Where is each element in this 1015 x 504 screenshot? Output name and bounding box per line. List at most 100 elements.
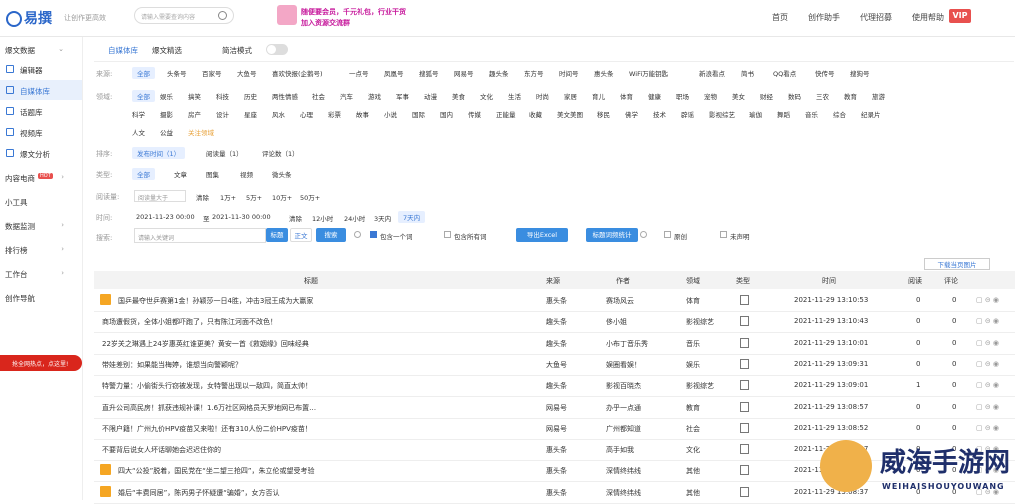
- domain-option[interactable]: 宠物: [704, 91, 717, 101]
- domain-option[interactable]: 纪录片: [861, 109, 881, 119]
- row-title[interactable]: 国乒最夺世乒赛第1金！孙颖莎一日4胜，冲击3冠王成为大赢家: [118, 296, 313, 306]
- domain-option[interactable]: 旅游: [872, 91, 885, 101]
- search-title-button[interactable]: 标题: [266, 228, 288, 242]
- domain-option[interactable]: 动漫: [424, 91, 437, 101]
- domain-option[interactable]: 财经: [760, 91, 773, 101]
- source-option[interactable]: WiFi万能钥匙: [629, 68, 668, 78]
- export-excel-button[interactable]: 导出Excel: [516, 228, 568, 242]
- row-action-icons[interactable]: ▢ ⊝ ◉: [976, 381, 999, 389]
- source-option[interactable]: 网易号: [454, 68, 474, 78]
- sidebar-item-monitor[interactable]: 数据监测 ›: [0, 215, 82, 235]
- type-microheadline[interactable]: 微头条: [272, 169, 292, 179]
- domain-option[interactable]: 摄影: [160, 109, 173, 119]
- domain-option[interactable]: 星座: [244, 109, 257, 119]
- row-title[interactable]: 商场遭假货，全体小姐都吓跑了，只有陈江河面不改色！: [102, 317, 277, 327]
- read-count-input[interactable]: 阅读量大于: [134, 190, 186, 202]
- time-7d[interactable]: 7天内: [398, 211, 426, 223]
- read-100k[interactable]: 10万+: [272, 192, 292, 202]
- time-end-input[interactable]: 2021-11-30 00:00: [212, 213, 271, 221]
- row-title[interactable]: 直升公司高民房！抓获违规补课！1.6万社区网格员天罗地网已布置…: [102, 403, 316, 413]
- hot-topics-promo[interactable]: 抢全网热点，点这里!: [0, 355, 82, 371]
- time-12h[interactable]: 12小时: [312, 213, 333, 223]
- row-title[interactable]: 特警力量：小偷街头行窃被发现，女特警出现以一敌四，简直太帅！: [102, 381, 312, 391]
- domain-option[interactable]: 设计: [216, 109, 229, 119]
- keyword-input[interactable]: 请输入关键词: [134, 228, 266, 243]
- domain-option[interactable]: 技术: [653, 109, 666, 119]
- domain-option[interactable]: 人文: [132, 127, 145, 137]
- sort-publish-time[interactable]: 发布时间（1）: [132, 147, 186, 159]
- row-title[interactable]: 带娃差别：如果能当梅婷，谁想当向警颖呢？: [102, 360, 242, 370]
- domain-option[interactable]: 瑜伽: [749, 109, 762, 119]
- domain-option[interactable]: 搞笑: [188, 91, 201, 101]
- table-row[interactable]: 特警力量：小偷街头行窃被发现，女特警出现以一敌四，简直太帅！ 趣头条 影视百晓杰 影视…: [94, 375, 1015, 398]
- domain-option[interactable]: 社会: [312, 91, 325, 101]
- col-time[interactable]: 时间: [822, 276, 836, 286]
- search-icon[interactable]: [218, 11, 227, 20]
- sort-reads[interactable]: 阅读量（1）: [206, 148, 243, 158]
- domain-option[interactable]: 游戏: [368, 91, 381, 101]
- domain-option[interactable]: 美女: [732, 91, 745, 101]
- domain-option[interactable]: 历史: [244, 91, 257, 101]
- type-video[interactable]: 视频: [240, 169, 253, 179]
- help-icon[interactable]: [640, 231, 647, 238]
- row-action-icons[interactable]: ▢ ⊝ ◉: [976, 403, 999, 411]
- source-option[interactable]: 喜欢快报(企鹅号): [272, 68, 323, 78]
- row-action-icons[interactable]: ▢ ⊝ ◉: [976, 317, 999, 325]
- nav-help[interactable]: 使用帮助: [912, 12, 944, 23]
- row-action-icons[interactable]: ▢ ⊝ ◉: [976, 360, 999, 368]
- read-10k[interactable]: 1万+: [220, 192, 236, 202]
- contains-one-word-checkbox[interactable]: [370, 231, 377, 238]
- sidebar-item-videos[interactable]: 视频库: [0, 122, 82, 142]
- row-action-icons[interactable]: ▢ ⊝ ◉: [976, 296, 999, 304]
- row-title[interactable]: 四大“公投”脱着，国民党在“坐二望三抢四”，朱立伦或望受考验: [118, 466, 315, 476]
- domain-option[interactable]: 两性情感: [272, 91, 298, 101]
- nav-creation-assistant[interactable]: 创作助手: [808, 12, 840, 23]
- domain-option[interactable]: 娱乐: [160, 91, 173, 101]
- table-row[interactable]: 直升公司高民房！抓获违规补课！1.6万社区网格员天罗地网已布置… 网易号 办乎一点通…: [94, 397, 1015, 419]
- tab-media-library[interactable]: 自媒体库: [108, 45, 138, 56]
- domain-option[interactable]: 美文美图: [557, 109, 583, 119]
- undeclared-checkbox[interactable]: [720, 231, 727, 238]
- domain-option[interactable]: 汽车: [340, 91, 353, 101]
- domain-option[interactable]: 音乐: [805, 109, 818, 119]
- follow-domain-link[interactable]: 关注领域: [188, 127, 214, 137]
- domain-option[interactable]: 健康: [648, 91, 661, 101]
- domain-option[interactable]: 国内: [440, 109, 453, 119]
- domain-option[interactable]: 时尚: [536, 91, 549, 101]
- domain-option[interactable]: 房产: [188, 109, 201, 119]
- sidebar-item-topics[interactable]: 话题库: [0, 101, 82, 121]
- simple-mode-toggle[interactable]: [266, 44, 288, 55]
- search-body-button[interactable]: 正文: [290, 228, 312, 242]
- domain-option[interactable]: 美食: [452, 91, 465, 101]
- type-all[interactable]: 全部: [132, 168, 155, 180]
- sidebar-item-media-library[interactable]: 自媒体库: [0, 80, 82, 100]
- sidebar-item-nav[interactable]: 创作导航: [0, 287, 82, 307]
- domain-option[interactable]: 科技: [216, 91, 229, 101]
- domain-option[interactable]: 收藏: [529, 109, 542, 119]
- tab-hot-picks[interactable]: 爆文精选: [152, 45, 182, 56]
- source-option[interactable]: 搜狐号: [419, 68, 439, 78]
- source-option[interactable]: 一点号: [349, 68, 369, 78]
- domain-option[interactable]: 国际: [412, 109, 425, 119]
- source-option[interactable]: 时间号: [559, 68, 579, 78]
- read-50k[interactable]: 5万+: [246, 192, 262, 202]
- domain-option[interactable]: 家居: [564, 91, 577, 101]
- domain-option[interactable]: 舞蹈: [777, 109, 790, 119]
- source-option[interactable]: 东方号: [524, 68, 544, 78]
- col-title[interactable]: 标题: [304, 276, 318, 286]
- sort-comments[interactable]: 评论数（1）: [262, 148, 299, 158]
- time-24h[interactable]: 24小时: [344, 213, 365, 223]
- source-option[interactable]: 简书: [741, 68, 754, 78]
- domain-option[interactable]: 传媒: [468, 109, 481, 119]
- row-action-icons[interactable]: ▢ ⊝ ◉: [976, 424, 999, 432]
- domain-option[interactable]: 移民: [597, 109, 610, 119]
- type-article[interactable]: 文章: [174, 169, 187, 179]
- source-option[interactable]: 惠头条: [594, 68, 614, 78]
- source-option[interactable]: 搜狗号: [850, 68, 870, 78]
- title-frequency-button[interactable]: 标题词频统计: [586, 228, 638, 242]
- domain-option[interactable]: 科学: [132, 109, 145, 119]
- source-option[interactable]: 大鱼号: [237, 68, 257, 78]
- domain-option[interactable]: 教育: [844, 91, 857, 101]
- source-option[interactable]: 全部: [132, 67, 155, 79]
- read-500k[interactable]: 50万+: [300, 192, 320, 202]
